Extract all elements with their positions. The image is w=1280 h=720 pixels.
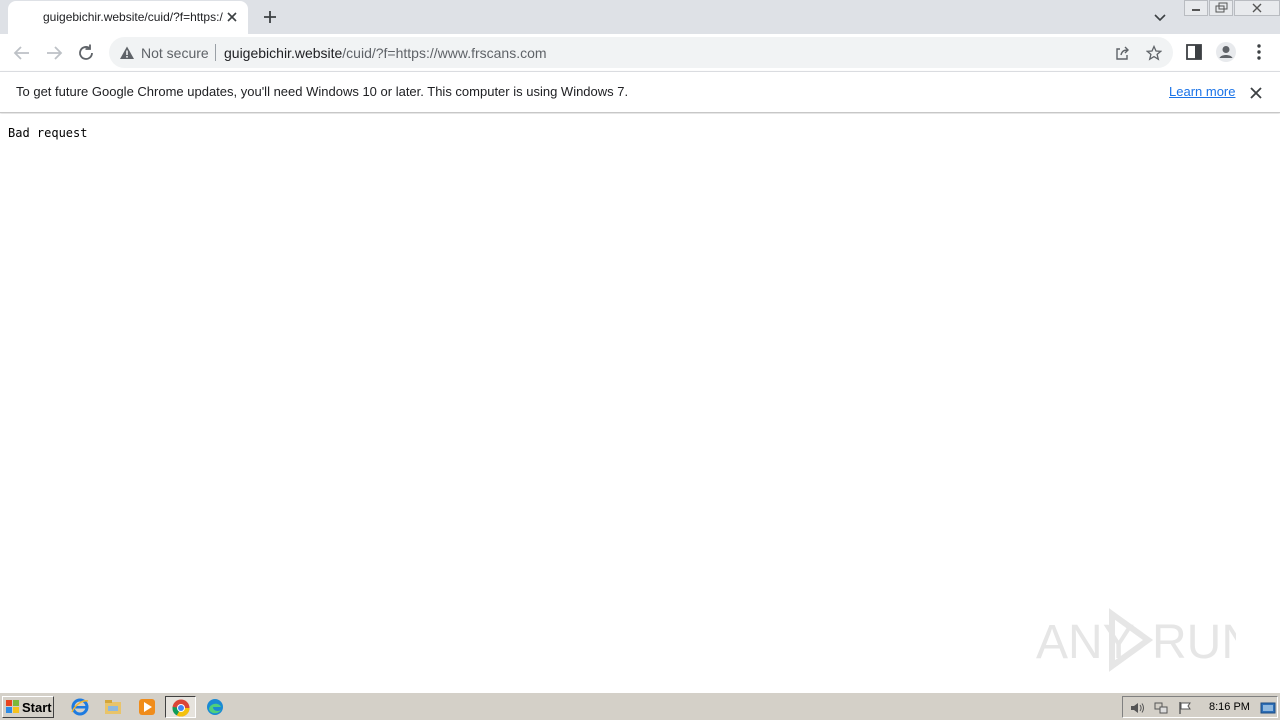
bad-request-text: Bad request xyxy=(8,126,88,140)
share-icon[interactable] xyxy=(1114,45,1130,61)
minimize-icon xyxy=(1192,9,1200,11)
chevron-down-icon[interactable] xyxy=(1152,9,1168,25)
side-panel-icon[interactable] xyxy=(1184,42,1204,62)
start-button[interactable]: Start xyxy=(2,696,54,718)
speaker-icon[interactable] xyxy=(1129,700,1145,716)
window-controls xyxy=(1183,0,1280,18)
media-player-icon[interactable] xyxy=(137,697,157,717)
url-path: /cuid/?f=https://www.frscans.com xyxy=(342,45,547,61)
watermark-run-text: RUN xyxy=(1152,616,1236,669)
show-desktop-icon[interactable] xyxy=(1260,700,1276,716)
reload-icon[interactable] xyxy=(75,42,97,64)
browser-toolbar: Not secure guigebichir.website/cuid/?f=h… xyxy=(0,34,1280,71)
action-center-flag-icon[interactable] xyxy=(1177,700,1193,716)
browser-tab[interactable]: guigebichir.website/cuid/?f=https://www.… xyxy=(8,1,248,34)
windows-taskbar: Start 8:16 PM xyxy=(0,692,1280,720)
tab-strip: guigebichir.website/cuid/?f=https://www.… xyxy=(0,0,1280,34)
forward-arrow-icon[interactable] xyxy=(43,42,65,64)
infobar-close-icon[interactable] xyxy=(1248,85,1264,101)
internet-explorer-icon[interactable] xyxy=(70,697,90,717)
omnibox-divider xyxy=(215,44,216,61)
minimize-button[interactable] xyxy=(1184,0,1208,16)
system-tray: 8:16 PM xyxy=(1122,696,1278,718)
url-text[interactable]: guigebichir.website/cuid/?f=https://www.… xyxy=(224,45,547,61)
chrome-icon xyxy=(172,699,190,717)
back-arrow-icon[interactable] xyxy=(11,42,33,64)
new-tab-icon[interactable] xyxy=(260,7,280,27)
url-host: guigebichir.website xyxy=(224,45,343,61)
bookmark-star-icon[interactable] xyxy=(1146,45,1162,61)
not-secure-label[interactable]: Not secure xyxy=(141,45,209,61)
profile-avatar-icon[interactable] xyxy=(1215,41,1237,63)
tab-title: guigebichir.website/cuid/?f=https://www.… xyxy=(43,10,223,24)
update-infobar: To get future Google Chrome updates, you… xyxy=(0,71,1280,113)
windows-logo-icon xyxy=(6,700,19,713)
file-explorer-icon[interactable] xyxy=(103,697,123,717)
close-window-button[interactable] xyxy=(1234,0,1280,16)
restore-icon xyxy=(1215,2,1228,13)
edge-icon[interactable] xyxy=(205,697,225,717)
tab-close-icon[interactable] xyxy=(224,9,240,25)
learn-more-link[interactable]: Learn more xyxy=(1169,84,1235,99)
anyrun-watermark-logo: ANY RUN xyxy=(1036,608,1236,672)
network-icon[interactable] xyxy=(1153,700,1169,716)
infobar-message: To get future Google Chrome updates, you… xyxy=(16,84,629,99)
more-menu-icon[interactable] xyxy=(1249,42,1269,62)
warning-icon[interactable] xyxy=(119,45,135,61)
restore-button[interactable] xyxy=(1209,0,1233,16)
close-icon xyxy=(1252,3,1262,13)
start-label: Start xyxy=(22,700,52,715)
chrome-taskbar-button[interactable] xyxy=(165,696,196,718)
clock[interactable]: 8:16 PM xyxy=(1209,701,1250,713)
address-bar[interactable]: Not secure guigebichir.website/cuid/?f=h… xyxy=(109,37,1173,68)
